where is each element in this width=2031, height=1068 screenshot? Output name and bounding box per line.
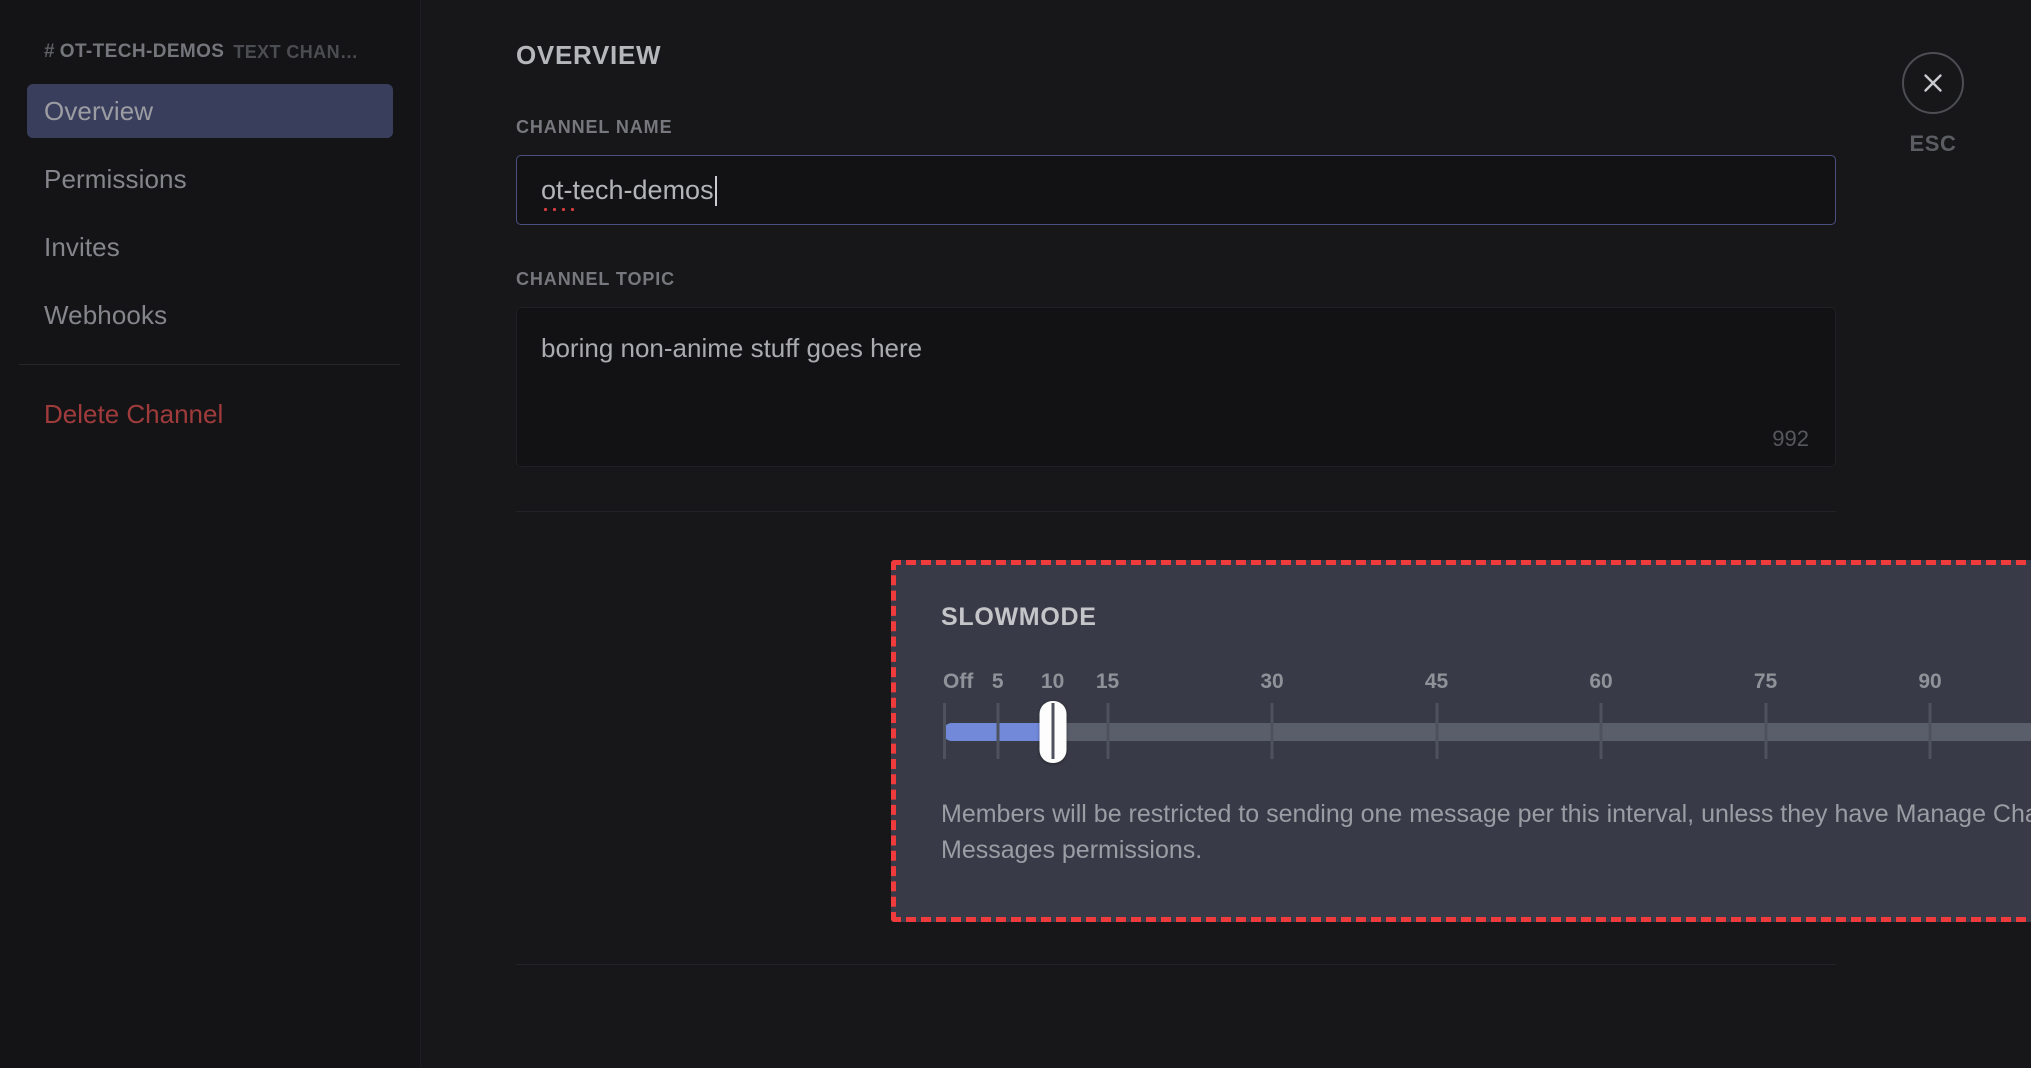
section-divider-top [516,511,1836,512]
close-x-icon[interactable] [1902,52,1964,114]
slowmode-section: SLOWMODE Off510153045607590120 Members w… [891,560,2031,922]
slider-tick-mark [1764,703,1767,759]
slowmode-slider[interactable]: Off510153045607590120 [943,670,2031,763]
channel-name-input[interactable]: ot-tech-demos [516,155,1836,225]
overview-panel: OVERVIEW CHANNEL NAME ot-tech-demos CHAN… [516,40,1836,467]
channel-name-label: CHANNEL NAME [516,117,673,137]
sidebar-item-overview[interactable]: Overview [27,84,393,138]
slider-tick-label: 45 [1424,670,1449,693]
channel-topic-label: CHANNEL TOPIC [516,269,676,289]
slider-tick-mark [1928,703,1932,759]
slider-tick-label: Off [943,670,974,693]
channel-settings-modal: # OT-TECH-DEMOS TEXT CHAN… Overview Perm… [0,0,2031,1068]
slider-tick-mark [1435,703,1438,759]
sidebar-channel-header: # OT-TECH-DEMOS TEXT CHAN… [0,38,420,66]
sidebar-item-label: Delete Channel [44,398,224,429]
close-settings-button[interactable]: ESC [1888,52,1978,157]
sidebar-item-invites[interactable]: Invites [27,220,393,274]
sidebar-item-label: Permissions [44,163,187,194]
settings-nav: Overview Permissions Invites Webhooks [0,84,420,342]
settings-content: OVERVIEW CHANNEL NAME ot-tech-demos CHAN… [421,0,2031,1068]
sidebar-item-webhooks[interactable]: Webhooks [27,288,393,342]
slowmode-title: SLOWMODE [941,603,1097,631]
slider-tick-label: 5 [991,670,1004,693]
slowmode-highlight: SLOWMODE Off510153045607590120 Members w… [891,560,2031,922]
slider-tick-mark [943,703,946,759]
slider-tick-mark [1270,703,1274,759]
channel-name-value: ot-tech-demos [541,174,717,206]
page-title: OVERVIEW [516,40,662,70]
slider-tick-mark [1106,703,1109,759]
slider-tick-label: 15 [1095,670,1120,693]
slider-tick-label: 30 [1260,670,1284,693]
sidebar-item-label: Webhooks [44,299,168,330]
channel-topic-textarea[interactable]: boring non-anime stuff goes here 992 [516,307,1836,467]
slider-tick-label: 10 [1040,670,1065,693]
slider-tick-mark [996,703,1000,759]
settings-sidebar: # OT-TECH-DEMOS TEXT CHAN… Overview Perm… [0,0,421,1068]
section-divider-bottom [516,963,1836,965]
channel-name-group: CHANNEL NAME ot-tech-demos [516,117,1836,225]
sidebar-item-label: Overview [44,95,154,126]
slider-tick-label: 75 [1753,670,1778,693]
close-settings-label: ESC [1909,131,1957,156]
slider-tick-mark [1599,703,1603,759]
slider-tick-label: 60 [1589,670,1613,693]
slider-tick-mark [1051,703,1055,759]
channel-topic-group: CHANNEL TOPIC boring non-anime stuff goe… [516,269,1836,467]
sidebar-channel-subtitle: TEXT CHAN… [233,41,359,62]
character-counter: 992 [1772,426,1809,451]
sidebar-item-permissions[interactable]: Permissions [27,152,393,206]
sidebar-item-label: Invites [44,231,120,262]
channel-topic-value: boring non-anime stuff goes here [541,333,923,363]
slider-tick-label: 90 [1918,670,1942,693]
sidebar-divider [19,364,400,365]
hash-icon: # [44,41,55,62]
spellcheck-squiggle-icon [541,207,575,211]
sidebar-channel-name: OT-TECH-DEMOS [59,41,225,62]
slowmode-description: Members will be restricted to sending on… [941,800,2031,865]
sidebar-item-delete-channel[interactable]: Delete Channel [27,387,393,441]
